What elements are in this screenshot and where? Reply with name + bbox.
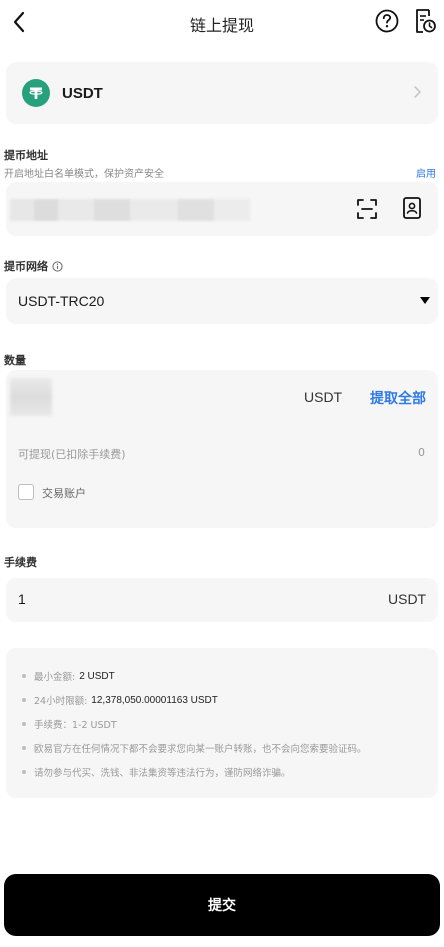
daily-limit-label: 24小时限额: xyxy=(34,696,88,707)
note-daily-limit: 24小时限额: 12,378,050.00001163 USDT xyxy=(22,688,438,712)
trading-account-label[interactable]: 交易账户 xyxy=(42,485,86,501)
bullet-icon xyxy=(22,722,26,726)
submit-button[interactable]: 提交 xyxy=(4,874,440,936)
question-circle-icon xyxy=(375,9,399,33)
trading-account-checkbox[interactable] xyxy=(18,484,34,500)
notes-panel: 最小金额: 2 USDT 24小时限额: 12,378,050.00001163… xyxy=(6,648,438,798)
note-warning-official: 欧易官方在任何情况下都不会要求您向某一账户转账，也不会向您索要验证码。 xyxy=(22,736,438,760)
scan-icon xyxy=(357,199,377,219)
tether-icon xyxy=(22,79,50,107)
fee-field: 1 USDT xyxy=(6,578,438,622)
bullet-icon xyxy=(22,698,26,702)
fee-note: 手续费：1-2 USDT xyxy=(34,720,117,731)
quantity-label: 数量 xyxy=(4,354,26,367)
quantity-section: USDT 提取全部 可提现(已扣除手续费) 0 交易账户 xyxy=(6,370,438,528)
bullet-icon xyxy=(22,770,26,774)
min-amount-label: 最小金额: xyxy=(34,672,76,683)
fee-label: 手续费 xyxy=(4,556,37,569)
bullet-icon xyxy=(22,746,26,750)
caret-down-icon xyxy=(420,297,430,304)
fee-value: 1 xyxy=(18,591,26,607)
bullet-icon xyxy=(22,674,26,678)
quantity-input[interactable] xyxy=(10,378,52,416)
min-amount-value: 2 USDT xyxy=(79,670,115,682)
chevron-right-icon xyxy=(414,86,422,98)
note-min-amount: 最小金额: 2 USDT xyxy=(22,664,438,688)
address-book-icon xyxy=(403,197,421,219)
coin-symbol: USDT xyxy=(62,84,103,102)
quantity-unit: USDT xyxy=(304,389,343,405)
note-warning-fraud: 请勿参与代买、洗钱、非法集资等违法行为，谨防网络诈骗。 xyxy=(22,760,438,784)
fee-unit: USDT xyxy=(388,591,427,607)
address-input[interactable] xyxy=(6,182,438,236)
daily-limit-value: 12,378,050.00001163 USDT xyxy=(91,694,218,706)
network-label-row: 提币网络 xyxy=(4,258,63,274)
warning-official: 欧易官方在任何情况下都不会要求您向某一账户转账，也不会向您索要验证码。 xyxy=(34,744,367,755)
help-button[interactable] xyxy=(374,8,400,34)
scan-button[interactable] xyxy=(356,198,378,220)
network-label: 提币网络 xyxy=(4,260,48,273)
network-value: USDT-TRC20 xyxy=(18,293,105,309)
address-label: 提币地址 xyxy=(4,149,48,162)
whitelist-hint: 开启地址白名单模式，保护资产安全 xyxy=(4,169,164,180)
info-icon[interactable] xyxy=(52,260,63,272)
warning-fraud: 请勿参与代买、洗钱、非法集资等违法行为，谨防网络诈骗。 xyxy=(34,768,291,779)
address-book-button[interactable] xyxy=(402,196,422,220)
history-button[interactable] xyxy=(412,6,438,36)
address-value-redacted xyxy=(10,199,250,221)
history-document-icon xyxy=(416,9,436,33)
withdraw-all-button[interactable]: 提取全部 xyxy=(370,388,426,408)
coin-selector[interactable]: USDT xyxy=(6,62,438,124)
enable-whitelist-link[interactable]: 启用 xyxy=(416,165,436,180)
note-fee: 手续费：1-2 USDT xyxy=(22,712,438,736)
available-value: 0 xyxy=(418,446,425,459)
available-label: 可提现(已扣除手续费) xyxy=(18,448,126,461)
network-select[interactable]: USDT-TRC20 xyxy=(6,278,438,324)
